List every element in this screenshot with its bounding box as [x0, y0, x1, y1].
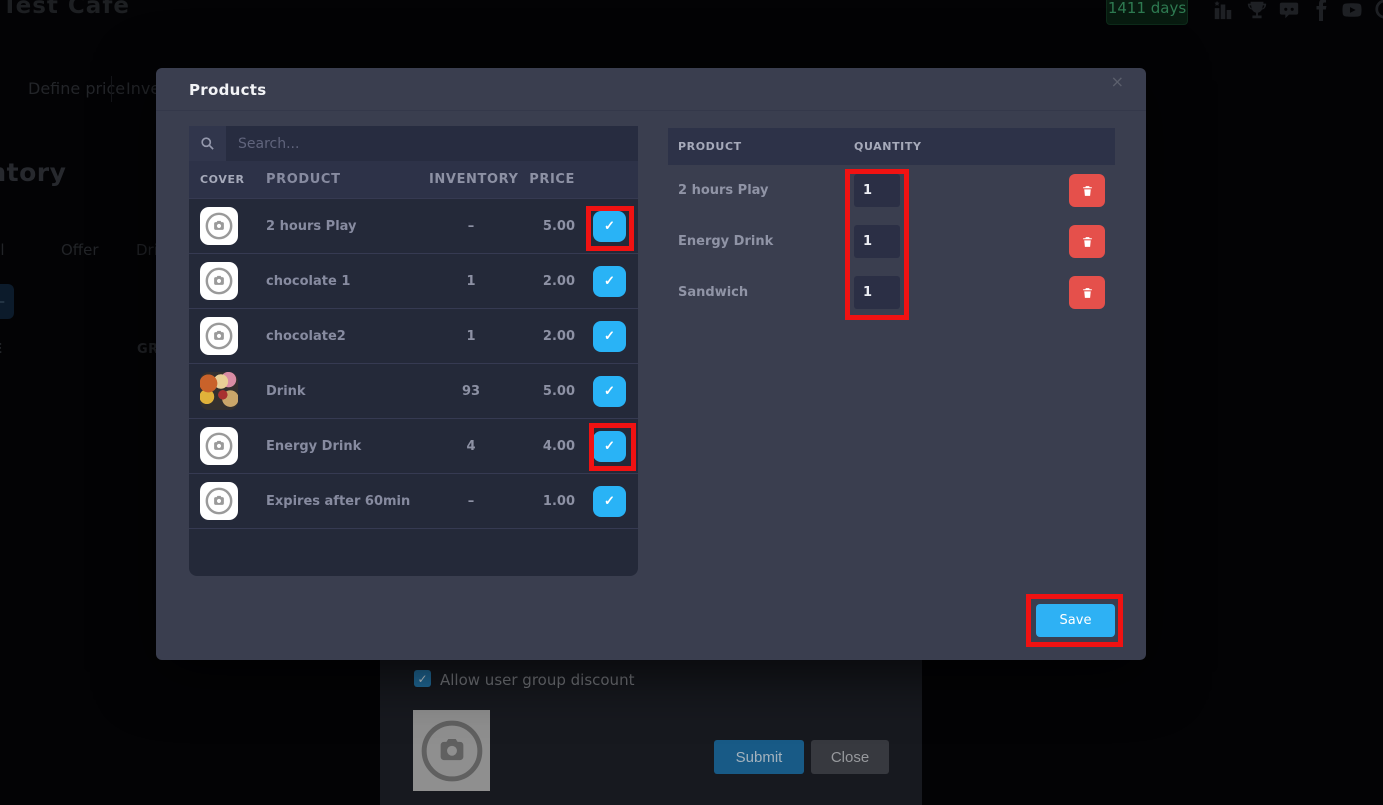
- selected-filter-pill[interactable]: –: [0, 284, 14, 319]
- camera-icon: [419, 718, 485, 784]
- product-cover: [200, 482, 238, 520]
- selected-table-header: PRODUCT QUANTITY: [668, 128, 1115, 165]
- search-icon: [200, 136, 215, 151]
- discord-icon[interactable]: [1278, 0, 1300, 22]
- header-product: PRODUCT: [668, 140, 854, 153]
- discount-checkbox-label: Allow user group discount: [440, 671, 634, 689]
- offer-form-panel: ✓ Allow user group discount Submit Close: [380, 660, 922, 805]
- partial-icon[interactable]: [1374, 0, 1383, 22]
- camera-icon: [204, 431, 234, 461]
- header-quantity: QUANTITY: [854, 140, 922, 153]
- product-name: Drink: [255, 384, 429, 399]
- product-inventory: 1: [429, 274, 513, 289]
- filter-tab-offer[interactable]: Offer: [61, 241, 99, 259]
- page-title: Inventory: [0, 158, 66, 187]
- header-product: PRODUCT: [255, 172, 429, 187]
- delete-button[interactable]: [1069, 276, 1105, 309]
- product-inventory: –: [429, 494, 513, 509]
- products-modal: Products × COVER PRODUCT INVENTORY PRICE: [156, 68, 1146, 660]
- product-inventory: –: [429, 219, 513, 234]
- youtube-icon[interactable]: [1341, 0, 1363, 22]
- table-row: chocolate 1 1 2.00 ✓: [189, 253, 638, 308]
- select-checkbox[interactable]: ✓: [593, 321, 626, 352]
- image-upload-placeholder[interactable]: [413, 710, 490, 791]
- product-cover: [200, 317, 238, 355]
- product-name: chocolate 1: [255, 274, 429, 289]
- product-price: 2.00: [513, 329, 581, 344]
- facebook-icon[interactable]: [1313, 0, 1329, 22]
- modal-header-divider: [156, 110, 1146, 111]
- camera-icon: [204, 211, 234, 241]
- select-checkbox[interactable]: ✓: [593, 376, 626, 407]
- delete-button[interactable]: [1069, 174, 1105, 207]
- close-button[interactable]: Close: [811, 740, 889, 774]
- product-inventory: 4: [429, 439, 513, 454]
- products-table-header: COVER PRODUCT INVENTORY PRICE: [189, 161, 638, 198]
- ranking-icon[interactable]: [1212, 0, 1234, 22]
- product-price: 5.00: [513, 384, 581, 399]
- header-inventory: INVENTORY: [429, 172, 513, 187]
- product-name: 2 hours Play: [255, 219, 429, 234]
- search-bar: [189, 126, 638, 161]
- delete-button[interactable]: [1069, 225, 1105, 258]
- brand-logo[interactable]: Test Cafe: [2, 0, 130, 19]
- tab-divider: [111, 76, 112, 102]
- selected-product-name: 2 hours Play: [668, 183, 854, 198]
- products-table-footer: [189, 528, 638, 576]
- table-row: Energy Drink 4 4.00 ✓: [189, 418, 638, 473]
- product-cover: [200, 262, 238, 300]
- product-inventory: 93: [429, 384, 513, 399]
- trash-icon: [1081, 286, 1094, 300]
- selected-product-name: Sandwich: [668, 285, 854, 300]
- screen: Test Cafe 1411 days Define price Invento…: [0, 0, 1383, 805]
- header-cover: COVER: [189, 173, 255, 186]
- camera-icon: [204, 321, 234, 351]
- trash-icon: [1081, 184, 1094, 198]
- product-inventory: 1: [429, 329, 513, 344]
- product-price: 5.00: [513, 219, 581, 234]
- quantity-input[interactable]: [854, 225, 900, 258]
- product-name: chocolate2: [255, 329, 429, 344]
- modal-title: Products: [189, 81, 267, 99]
- trash-icon: [1081, 235, 1094, 249]
- search-input[interactable]: [226, 126, 638, 161]
- product-name: Expires after 60min: [255, 494, 429, 509]
- trophy-icon[interactable]: [1246, 0, 1268, 22]
- camera-icon: [204, 266, 234, 296]
- select-checkbox[interactable]: ✓: [593, 431, 626, 462]
- discount-checkbox[interactable]: ✓: [414, 670, 431, 687]
- filter-tab-all[interactable]: All: [0, 241, 5, 259]
- selected-row: 2 hours Play: [668, 165, 1115, 216]
- quantity-input[interactable]: [854, 174, 900, 207]
- selected-products-table: PRODUCT QUANTITY 2 hours Play Energy Dri…: [668, 128, 1115, 318]
- products-table: COVER PRODUCT INVENTORY PRICE 2 hours Pl…: [189, 126, 638, 576]
- product-name: Energy Drink: [255, 439, 429, 454]
- days-counter-button[interactable]: 1411 days: [1106, 0, 1188, 25]
- product-cover: [200, 207, 238, 245]
- table-row: Expires after 60min – 1.00 ✓: [189, 473, 638, 528]
- column-header-name: NAME: [0, 342, 3, 357]
- selected-row: Sandwich: [668, 267, 1115, 318]
- table-row: Drink 93 5.00 ✓: [189, 363, 638, 418]
- save-button[interactable]: Save: [1036, 604, 1115, 637]
- quantity-input[interactable]: [854, 276, 900, 309]
- product-price: 1.00: [513, 494, 581, 509]
- select-checkbox[interactable]: ✓: [593, 486, 626, 517]
- submit-button[interactable]: Submit: [714, 740, 804, 774]
- select-checkbox[interactable]: ✓: [593, 211, 626, 242]
- product-cover: [200, 427, 238, 465]
- product-price: 4.00: [513, 439, 581, 454]
- selected-row: Energy Drink: [668, 216, 1115, 267]
- select-checkbox[interactable]: ✓: [593, 266, 626, 297]
- search-icon-box[interactable]: [189, 126, 226, 161]
- header-price: PRICE: [513, 172, 581, 187]
- table-row: 2 hours Play – 5.00 ✓: [189, 198, 638, 253]
- table-row: chocolate2 1 2.00 ✓: [189, 308, 638, 363]
- selected-product-name: Energy Drink: [668, 234, 854, 249]
- product-price: 2.00: [513, 274, 581, 289]
- camera-icon: [204, 486, 234, 516]
- modal-close-icon[interactable]: ×: [1111, 74, 1124, 90]
- product-cover-photo: [200, 372, 238, 410]
